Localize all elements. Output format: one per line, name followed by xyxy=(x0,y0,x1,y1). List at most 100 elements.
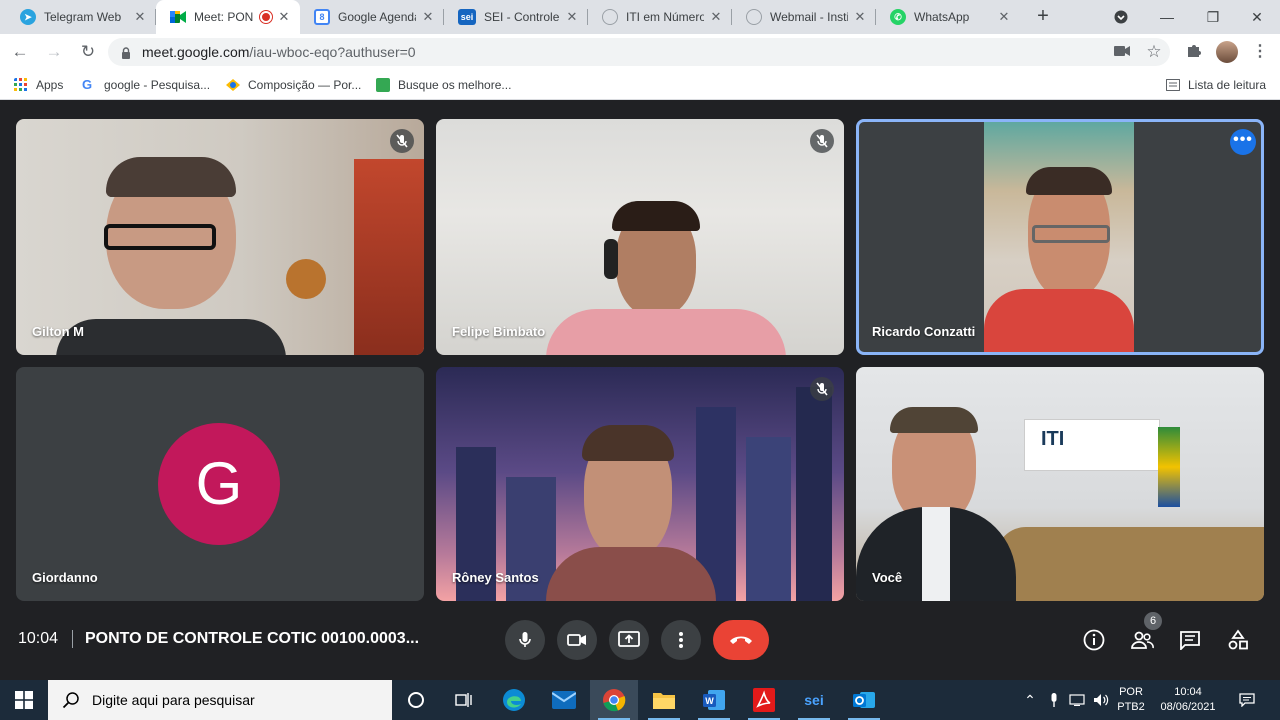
close-icon[interactable]: ✕ xyxy=(276,9,292,25)
close-icon[interactable]: ✕ xyxy=(564,9,580,25)
apps-grid-icon xyxy=(14,78,27,91)
language-code: POR xyxy=(1119,686,1143,698)
tab-telegram[interactable]: ➤ Telegram Web ✕ xyxy=(6,0,156,34)
recording-indicator-icon xyxy=(260,11,272,23)
brazil-flag xyxy=(1158,427,1180,507)
participant-tile[interactable]: G Giordanno xyxy=(16,367,424,601)
tab-label: Webmail - Instit xyxy=(770,10,848,24)
sei-icon: sei xyxy=(458,9,476,25)
meeting-table xyxy=(996,527,1264,601)
close-icon[interactable]: ✕ xyxy=(708,9,724,25)
leave-call-button[interactable] xyxy=(713,620,769,660)
svg-text:W: W xyxy=(705,696,714,706)
hang-up-icon xyxy=(730,636,752,644)
system-clock[interactable]: 10:04 08/06/2021 xyxy=(1152,680,1224,720)
bookmark-busque[interactable]: Busque os melhore... xyxy=(376,76,511,94)
bookmark-composicao[interactable]: Composição — Por... xyxy=(226,76,361,94)
new-tab-button[interactable]: + xyxy=(1030,5,1056,29)
show-hidden-icons-button[interactable]: ⌃ xyxy=(1018,680,1042,720)
close-icon[interactable]: ✕ xyxy=(852,9,868,25)
url-host: meet.google.com xyxy=(142,44,250,60)
taskbar-sei[interactable]: sei xyxy=(790,680,838,720)
meet-stage: Gilton M Felipe Bimbato ••• Ricardo Conz… xyxy=(0,101,1280,680)
tab-meet[interactable]: Meet: PON ✕ xyxy=(156,0,300,34)
taskbar-edge[interactable] xyxy=(490,680,538,720)
tab-webmail[interactable]: Webmail - Instit ✕ xyxy=(732,0,876,34)
participant-tile-active-speaker[interactable]: ••• Ricardo Conzatti xyxy=(856,119,1264,355)
volume-icon[interactable] xyxy=(1090,680,1112,720)
address-bar[interactable]: meet.google.com/iau-wboc-eqo?authuser=0 xyxy=(108,38,1170,66)
network-icon[interactable] xyxy=(1066,680,1088,720)
more-vert-icon xyxy=(679,632,683,648)
clock-time: 10:04 xyxy=(1174,686,1202,698)
browser-menu-icon[interactable]: ⋮ xyxy=(1250,42,1270,62)
windows-taskbar: Digite aqui para pesquisar W sei ⌃ POR P… xyxy=(0,680,1280,720)
taskbar-acrobat[interactable] xyxy=(740,680,788,720)
participant-tile[interactable]: Felipe Bimbato xyxy=(436,119,844,355)
microphone-tray-icon[interactable] xyxy=(1044,680,1064,720)
microphone-icon xyxy=(519,632,531,647)
reading-list-button[interactable]: Lista de leitura xyxy=(1166,76,1266,94)
outlook-icon xyxy=(853,692,875,708)
activities-button[interactable] xyxy=(1220,622,1256,658)
chrome-icon xyxy=(603,689,626,712)
minimize-button[interactable]: — xyxy=(1144,0,1190,34)
bookmark-star-icon[interactable]: ☆ xyxy=(1144,42,1164,62)
folder-icon xyxy=(653,693,675,709)
taskbar-outlook[interactable] xyxy=(840,680,888,720)
tab-label: WhatsApp xyxy=(914,10,970,24)
tab-google-calendar[interactable]: 8 Google Agenda ✕ xyxy=(300,0,444,34)
present-screen-button[interactable] xyxy=(609,620,649,660)
meeting-details-button[interactable] xyxy=(1076,622,1112,658)
extensions-puzzle-icon[interactable] xyxy=(1184,42,1204,62)
tab-sei[interactable]: sei SEI - Controle d ✕ xyxy=(444,0,588,34)
microphone-button[interactable] xyxy=(505,620,545,660)
task-view-button[interactable] xyxy=(440,680,488,720)
taskbar-word[interactable]: W xyxy=(690,680,738,720)
fingerprint-icon xyxy=(746,9,762,25)
tab-iti[interactable]: ITI em Número ✕ xyxy=(588,0,732,34)
tab-search-button[interactable] xyxy=(1098,0,1144,34)
meeting-title: PONTO DE CONTROLE COTIC 00100.0003... xyxy=(85,630,420,647)
cortana-button[interactable] xyxy=(392,680,440,720)
task-view-icon xyxy=(455,693,472,707)
profile-avatar[interactable] xyxy=(1216,41,1238,63)
url-path: /iau-wboc-eqo?authuser=0 xyxy=(249,44,416,60)
acrobat-pdf-icon xyxy=(753,688,775,712)
edge-icon xyxy=(503,689,525,711)
bookmark-site-icon xyxy=(376,78,390,92)
lock-icon[interactable] xyxy=(120,46,132,59)
start-button[interactable] xyxy=(0,680,48,720)
taskbar-search-input[interactable]: Digite aqui para pesquisar xyxy=(48,680,392,720)
mic-off-icon xyxy=(810,377,834,401)
taskbar-chrome[interactable] xyxy=(590,680,638,720)
taskbar-mail[interactable] xyxy=(540,680,588,720)
self-view-tile[interactable]: ITI Você xyxy=(856,367,1264,601)
restore-button[interactable]: ❐ xyxy=(1190,0,1236,34)
camera-button[interactable] xyxy=(557,620,597,660)
more-options-button[interactable] xyxy=(661,620,701,660)
reload-button[interactable]: ↻ xyxy=(76,40,100,64)
participant-tile[interactable]: Rôney Santos xyxy=(436,367,844,601)
action-center-button[interactable] xyxy=(1232,680,1262,720)
chat-icon xyxy=(1180,631,1200,650)
close-icon[interactable]: ✕ xyxy=(132,9,148,25)
glasses xyxy=(104,224,216,250)
tab-whatsapp[interactable]: ✆ WhatsApp ✕ xyxy=(876,0,1020,34)
close-icon[interactable]: ✕ xyxy=(420,9,436,25)
close-icon[interactable]: ✕ xyxy=(996,9,1012,25)
bookmark-google-pesquisa[interactable]: G google - Pesquisa... xyxy=(82,76,210,94)
close-window-button[interactable]: ✕ xyxy=(1234,0,1280,34)
more-options-button[interactable]: ••• xyxy=(1230,129,1256,155)
video-camera-icon xyxy=(567,634,586,646)
taskbar-file-explorer[interactable] xyxy=(640,680,688,720)
input-language-indicator[interactable]: POR PTB2 xyxy=(1114,680,1148,720)
forward-button[interactable]: → xyxy=(42,40,66,64)
chevron-down-icon xyxy=(1114,10,1128,24)
back-button[interactable]: ← xyxy=(8,40,32,64)
sei-icon: sei xyxy=(804,692,823,708)
camera-in-use-icon[interactable] xyxy=(1112,42,1132,62)
participant-tile[interactable]: Gilton M xyxy=(16,119,424,355)
bookmark-apps[interactable]: Apps xyxy=(14,76,63,94)
chat-button[interactable] xyxy=(1172,622,1208,658)
